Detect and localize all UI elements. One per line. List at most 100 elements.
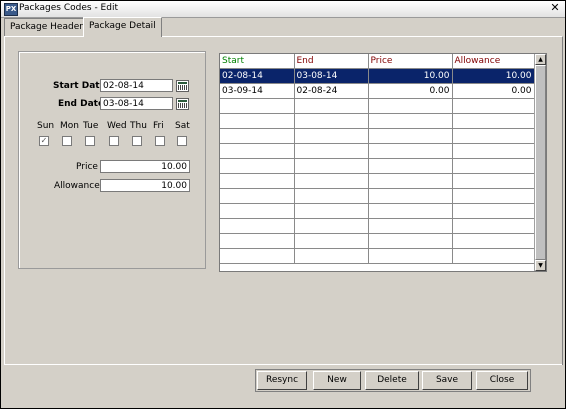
empty-cell bbox=[452, 113, 535, 129]
empty-cell bbox=[220, 218, 295, 234]
day-checkbox-sat[interactable] bbox=[177, 136, 187, 146]
detail-table: Start End Price Allowance 02-08-14 03-08-14 1… bbox=[220, 54, 535, 264]
empty-cell bbox=[220, 98, 295, 114]
day-checkbox-tue[interactable] bbox=[85, 136, 95, 146]
empty-cell bbox=[294, 233, 369, 249]
day-checkbox-thu[interactable] bbox=[132, 136, 142, 146]
day-label-sat: Sat bbox=[175, 121, 190, 131]
allowance-field[interactable]: 10.00 bbox=[100, 179, 190, 192]
close-icon[interactable]: ✕ bbox=[549, 2, 561, 14]
tab-package-header[interactable]: Package Header bbox=[4, 18, 89, 36]
empty-cell bbox=[452, 128, 535, 144]
title-bar: PX Packages Codes - Edit ✕ bbox=[1, 1, 565, 18]
empty-cell bbox=[368, 113, 453, 129]
close-button[interactable]: Close bbox=[476, 371, 528, 390]
day-checkbox-mon[interactable] bbox=[62, 136, 72, 146]
empty-cell bbox=[368, 248, 453, 264]
end-date-label: End Date bbox=[58, 99, 105, 109]
empty-cell bbox=[294, 203, 369, 219]
tab-strip: Package Header Package Detail bbox=[4, 17, 564, 37]
tab-package-detail[interactable]: Package Detail bbox=[83, 17, 162, 37]
empty-cell bbox=[294, 218, 369, 234]
column-header-allowance[interactable]: Allowance bbox=[452, 54, 535, 69]
empty-row[interactable] bbox=[220, 233, 535, 249]
empty-row[interactable] bbox=[220, 113, 535, 129]
empty-cell bbox=[220, 203, 295, 219]
empty-cell bbox=[220, 128, 295, 144]
empty-cell bbox=[368, 98, 453, 114]
empty-row[interactable] bbox=[220, 203, 535, 219]
scroll-thumb[interactable] bbox=[535, 65, 546, 260]
column-header-end[interactable]: End bbox=[294, 54, 369, 69]
empty-row[interactable] bbox=[220, 173, 535, 189]
divider bbox=[4, 364, 562, 365]
vertical-scrollbar[interactable]: ▲ ▼ bbox=[534, 54, 546, 271]
cell-end: 03-08-14 bbox=[294, 68, 369, 84]
day-label-wed: Wed bbox=[107, 121, 127, 131]
empty-cell bbox=[220, 233, 295, 249]
cell-end: 02-08-24 bbox=[294, 83, 369, 99]
scroll-down-icon[interactable]: ▼ bbox=[535, 260, 546, 271]
empty-row[interactable] bbox=[220, 218, 535, 234]
day-label-fri: Fri bbox=[153, 121, 164, 131]
start-date-label: Start Date bbox=[53, 81, 106, 91]
tab-label: Package Header bbox=[10, 22, 83, 32]
delete-button[interactable]: Delete bbox=[365, 371, 419, 390]
tab-label: Package Detail bbox=[89, 21, 156, 31]
price-label: Price bbox=[76, 162, 98, 172]
resync-button[interactable]: Resync bbox=[257, 371, 307, 390]
new-button[interactable]: New bbox=[313, 371, 361, 390]
empty-cell bbox=[452, 143, 535, 159]
empty-cell bbox=[452, 173, 535, 189]
package-detail-grid[interactable]: Start End Price Allowance 02-08-14 03-08-14 1… bbox=[219, 53, 547, 272]
day-label-tue: Tue bbox=[83, 121, 99, 131]
packages-codes-window: PX Packages Codes - Edit ✕ Package Heade… bbox=[0, 0, 566, 409]
column-header-start[interactable]: Start bbox=[220, 54, 295, 69]
start-date-field[interactable]: 02-08-14 bbox=[100, 79, 173, 92]
day-checkbox-sun[interactable]: ✓ bbox=[39, 136, 49, 146]
empty-cell bbox=[220, 248, 295, 264]
empty-row[interactable] bbox=[220, 143, 535, 159]
empty-cell bbox=[294, 143, 369, 159]
empty-row[interactable] bbox=[220, 98, 535, 114]
allowance-label: Allowance bbox=[54, 181, 100, 191]
empty-cell bbox=[220, 188, 295, 204]
empty-cell bbox=[294, 188, 369, 204]
cell-allowance: 0.00 bbox=[452, 83, 535, 99]
table-row[interactable]: 03-09-14 02-08-24 0.00 0.00 bbox=[220, 83, 535, 99]
table-header-row: Start End Price Allowance bbox=[220, 54, 535, 69]
empty-cell bbox=[368, 218, 453, 234]
empty-row[interactable] bbox=[220, 188, 535, 204]
end-date-calendar-icon[interactable] bbox=[176, 98, 189, 110]
empty-row[interactable] bbox=[220, 248, 535, 264]
app-icon: PX bbox=[4, 3, 18, 16]
day-checkbox-fri[interactable] bbox=[155, 136, 165, 146]
empty-cell bbox=[294, 98, 369, 114]
day-label-sun: Sun bbox=[37, 121, 55, 131]
empty-cell bbox=[452, 158, 535, 174]
cell-allowance: 10.00 bbox=[452, 68, 535, 84]
empty-cell bbox=[452, 233, 535, 249]
empty-cell bbox=[294, 128, 369, 144]
table-row[interactable]: 02-08-14 03-08-14 10.00 10.00 bbox=[220, 68, 535, 84]
cell-price: 10.00 bbox=[368, 68, 453, 84]
column-header-price[interactable]: Price bbox=[368, 54, 453, 69]
empty-row[interactable] bbox=[220, 158, 535, 174]
detail-form-group: Start Date 02-08-14 End Date 03-08-14 Su… bbox=[18, 51, 206, 269]
cell-price: 0.00 bbox=[368, 83, 453, 99]
empty-cell bbox=[368, 128, 453, 144]
day-checkbox-wed[interactable] bbox=[109, 136, 119, 146]
empty-cell bbox=[294, 113, 369, 129]
empty-row[interactable] bbox=[220, 128, 535, 144]
save-button[interactable]: Save bbox=[422, 371, 472, 390]
window-title: Packages Codes - Edit bbox=[19, 3, 118, 13]
empty-cell bbox=[294, 158, 369, 174]
start-date-calendar-icon[interactable] bbox=[176, 80, 189, 92]
end-date-field[interactable]: 03-08-14 bbox=[100, 97, 173, 110]
empty-cell bbox=[452, 188, 535, 204]
cell-start: 02-08-14 bbox=[220, 68, 295, 84]
scroll-up-icon[interactable]: ▲ bbox=[535, 54, 546, 65]
empty-cell bbox=[452, 248, 535, 264]
price-field[interactable]: 10.00 bbox=[100, 160, 190, 173]
empty-cell bbox=[368, 188, 453, 204]
